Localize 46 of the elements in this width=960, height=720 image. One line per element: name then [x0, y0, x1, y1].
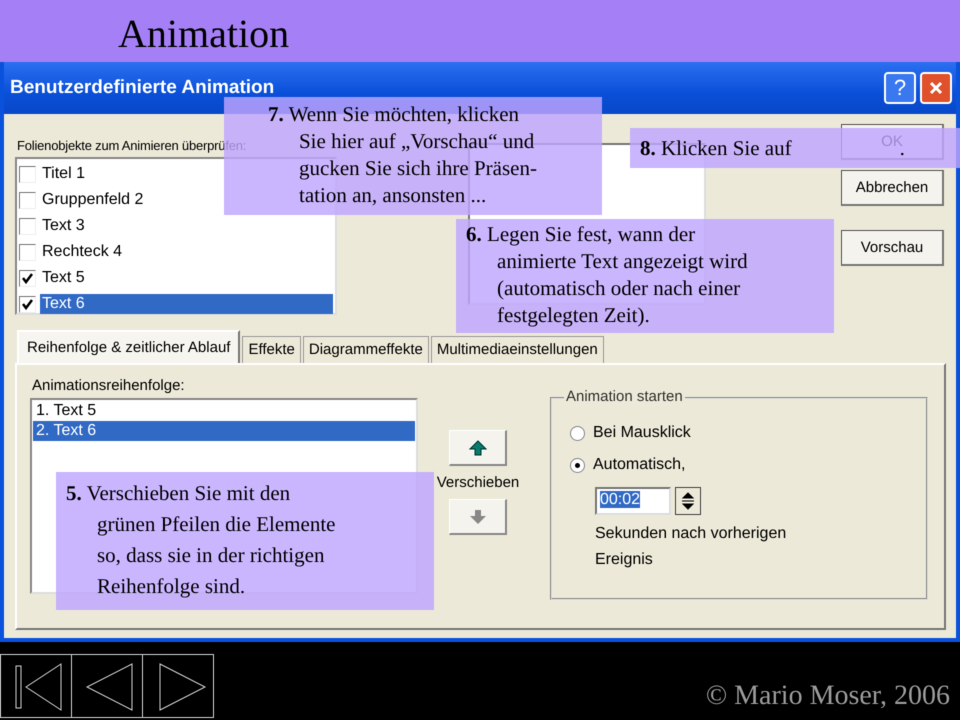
close-icon — [928, 80, 944, 96]
callout-text: 8. Klicken Sie auf — [640, 134, 792, 162]
first-slide-button[interactable] — [0, 654, 72, 718]
callout-text: 5. Verschieben Sie mit den grünen Pfeilen die Elemente so, dass sie in der richtigen Reihenfolge sind. — [66, 480, 336, 600]
checkbox[interactable] — [19, 296, 36, 312]
tab[interactable]: Effekte — [242, 336, 301, 363]
tab[interactable]: Multimediaeinstellungen — [430, 336, 604, 363]
dialog-button[interactable]: Abbrechen — [841, 170, 944, 206]
copyright-text: © Mario Moser, 2006 — [706, 680, 950, 712]
delay-note: Sekunden nach vorherigen Ereignis — [595, 524, 788, 570]
dialog-button[interactable]: Vorschau — [841, 230, 944, 266]
list-item[interactable]: 1. Text 5 — [33, 401, 415, 421]
help-button[interactable]: ? — [884, 72, 916, 104]
checkbox[interactable] — [19, 244, 36, 260]
list-item[interactable]: 2. Text 6 — [33, 421, 415, 441]
up-down-arrows-icon — [681, 490, 695, 512]
callout-text: 7. Wenn Sie möchten, klicken Sie hier auf „Vorschau“ und gucken Sie sich ihre Präsen- tation an, ansonsten ... — [268, 101, 537, 209]
tab[interactable]: Reihenfolge & zeitlicher Ablauf — [17, 330, 240, 363]
move-down-button[interactable] — [449, 499, 507, 535]
down-arrow-icon — [468, 508, 486, 524]
checkbox[interactable] — [19, 166, 36, 182]
callout-text: 6. Legen Sie fest, wann der animierte Text angezeigt wird (automatisch oder nach einer festgelegten Zeit). — [466, 221, 748, 329]
checkbox[interactable] — [19, 218, 36, 234]
close-button[interactable] — [920, 72, 952, 104]
list-item[interactable]: Text 6 — [40, 294, 333, 314]
delay-field[interactable]: 00:02 — [595, 487, 671, 515]
radio-button[interactable] — [570, 458, 585, 472]
move-label: Verschieben — [436, 474, 520, 491]
spinner-button[interactable] — [675, 487, 701, 515]
order-label: Animationsreihenfolge: — [32, 377, 186, 394]
list-item[interactable]: Rechteck 4 — [40, 242, 333, 262]
dialog-title: Benutzerdefinierte Animation — [10, 77, 274, 99]
list-item[interactable]: Text 5 — [40, 268, 333, 288]
tab[interactable]: Diagrammeffekte — [302, 336, 429, 363]
radio-label: Automatisch, — [593, 456, 686, 474]
checkbox[interactable] — [19, 192, 36, 208]
callout-period: . — [900, 134, 905, 162]
radio-label: Bei Mausklick — [593, 424, 691, 442]
move-up-button[interactable] — [449, 430, 507, 466]
radio-button[interactable] — [570, 426, 585, 440]
up-arrow-icon — [468, 440, 486, 456]
next-button[interactable] — [142, 654, 214, 718]
checkbox[interactable] — [19, 270, 36, 286]
slide-title: Animation — [118, 10, 290, 58]
list-item[interactable]: Text 3 — [40, 216, 333, 236]
previous-button[interactable] — [71, 654, 143, 718]
